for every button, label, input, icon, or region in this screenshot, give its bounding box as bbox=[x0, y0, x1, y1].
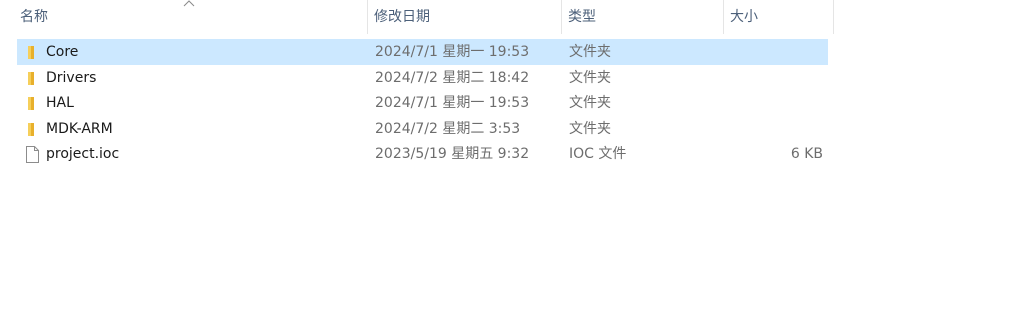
column-header-type[interactable]: 类型 bbox=[562, 0, 724, 34]
file-row[interactable]: Drivers 2024/7/2 星期二 18:42 文件夹 bbox=[17, 65, 828, 91]
column-divider[interactable] bbox=[833, 0, 834, 34]
sort-ascending-icon bbox=[183, 0, 195, 7]
file-date-modified: 2024/7/2 星期二 3:53 bbox=[375, 120, 521, 137]
file-date-modified: 2024/7/1 星期一 19:53 bbox=[375, 95, 530, 112]
file-type: 文件夹 bbox=[569, 95, 611, 112]
file-row[interactable]: Core 2024/7/1 星期一 19:53 文件夹 bbox=[17, 39, 828, 65]
file-type: 文件夹 bbox=[569, 44, 611, 60]
file-row[interactable]: project.ioc 2023/5/19 星期五 9:32 IOC 文件 6 KB bbox=[17, 141, 828, 167]
file-date-modified: 2024/7/1 星期一 19:53 bbox=[375, 44, 530, 60]
file-icon bbox=[23, 145, 41, 164]
file-type: 文件夹 bbox=[569, 120, 611, 137]
column-header-date-modified[interactable]: 修改日期 bbox=[368, 0, 562, 34]
file-type: 文件夹 bbox=[569, 69, 611, 86]
file-name: HAL bbox=[46, 95, 74, 112]
file-name: MDK-ARM bbox=[46, 120, 113, 137]
file-size: 6 KB bbox=[790, 146, 823, 163]
file-explorer-details-view: 名称 修改日期 类型 大小 Core 2024/7/1 星期一 19:53 文件夹 D… bbox=[0, 0, 1024, 311]
column-header: 名称 修改日期 类型 大小 bbox=[0, 0, 834, 34]
file-type: IOC 文件 bbox=[569, 146, 627, 163]
file-row[interactable]: MDK-ARM 2024/7/2 星期二 3:53 文件夹 bbox=[17, 116, 828, 142]
folder-icon bbox=[23, 120, 41, 138]
folder-icon bbox=[23, 69, 41, 87]
folder-icon bbox=[23, 43, 41, 61]
file-name: project.ioc bbox=[46, 146, 120, 163]
file-date-modified: 2023/5/19 星期五 9:32 bbox=[375, 146, 530, 163]
folder-icon bbox=[23, 94, 41, 112]
file-name: Core bbox=[46, 44, 79, 60]
file-row[interactable]: HAL 2024/7/1 星期一 19:53 文件夹 bbox=[17, 90, 828, 116]
file-name: Drivers bbox=[46, 69, 97, 86]
file-date-modified: 2024/7/2 星期二 18:42 bbox=[375, 69, 530, 86]
column-header-size[interactable]: 大小 bbox=[724, 0, 834, 34]
